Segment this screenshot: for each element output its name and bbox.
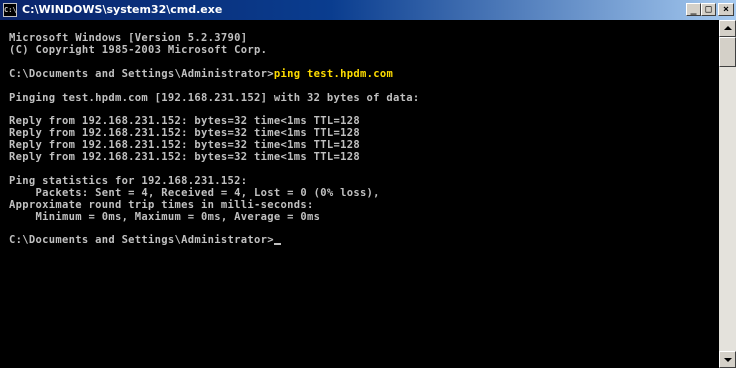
minimize-button[interactable]: _ <box>686 3 701 16</box>
output-line: Reply from 192.168.231.152: bytes=32 tim… <box>9 115 360 128</box>
output-line: (C) Copyright 1985-2003 Microsoft Corp. <box>9 43 268 56</box>
prompt-line: C:\Documents and Settings\Administrator> <box>9 235 281 246</box>
output-line: Minimum = 0ms, Maximum = 0ms, Average = … <box>9 210 321 223</box>
console-output[interactable]: Microsoft Windows [Version 5.2.3790] (C) … <box>0 20 719 368</box>
output-line: Reply from 192.168.231.152: bytes=32 tim… <box>9 127 360 140</box>
scrollbar-thumb[interactable] <box>719 37 736 67</box>
output-line: Microsoft Windows [Version 5.2.3790] <box>9 32 248 44</box>
output-line: Approximate round trip times in milli-se… <box>9 198 314 211</box>
arrow-up-icon <box>724 26 732 30</box>
vertical-scrollbar[interactable] <box>719 20 736 368</box>
close-button[interactable]: × <box>718 3 734 16</box>
prompt-text: C:\Documents and Settings\Administrator> <box>9 234 274 247</box>
output-line: Reply from 192.168.231.152: bytes=32 tim… <box>9 139 360 152</box>
command-text: ping test.hpdm.com <box>273 67 394 80</box>
window-title: C:\WINDOWS\system32\cmd.exe <box>22 3 223 16</box>
title-bar[interactable]: C:\ C:\WINDOWS\system32\cmd.exe _ □ × <box>0 0 736 20</box>
text-cursor <box>273 243 281 246</box>
scroll-down-button[interactable] <box>719 351 736 368</box>
scroll-up-button[interactable] <box>719 20 736 37</box>
cmd-window: C:\ C:\WINDOWS\system32\cmd.exe _ □ × Mi… <box>0 0 736 368</box>
output-line: Packets: Sent = 4, Received = 4, Lost = … <box>9 186 380 199</box>
output-line: Pinging test.hpdm.com [192.168.231.152] … <box>9 91 420 104</box>
prompt-line: C:\Documents and Settings\Administrator>… <box>9 67 394 80</box>
arrow-down-icon <box>724 358 732 362</box>
output-line: Ping statistics for 192.168.231.152: <box>9 174 248 187</box>
prompt-text: C:\Documents and Settings\Administrator> <box>9 67 274 80</box>
cmd-icon[interactable]: C:\ <box>3 3 17 17</box>
output-line: Reply from 192.168.231.152: bytes=32 tim… <box>9 151 360 163</box>
maximize-button[interactable]: □ <box>701 3 716 16</box>
